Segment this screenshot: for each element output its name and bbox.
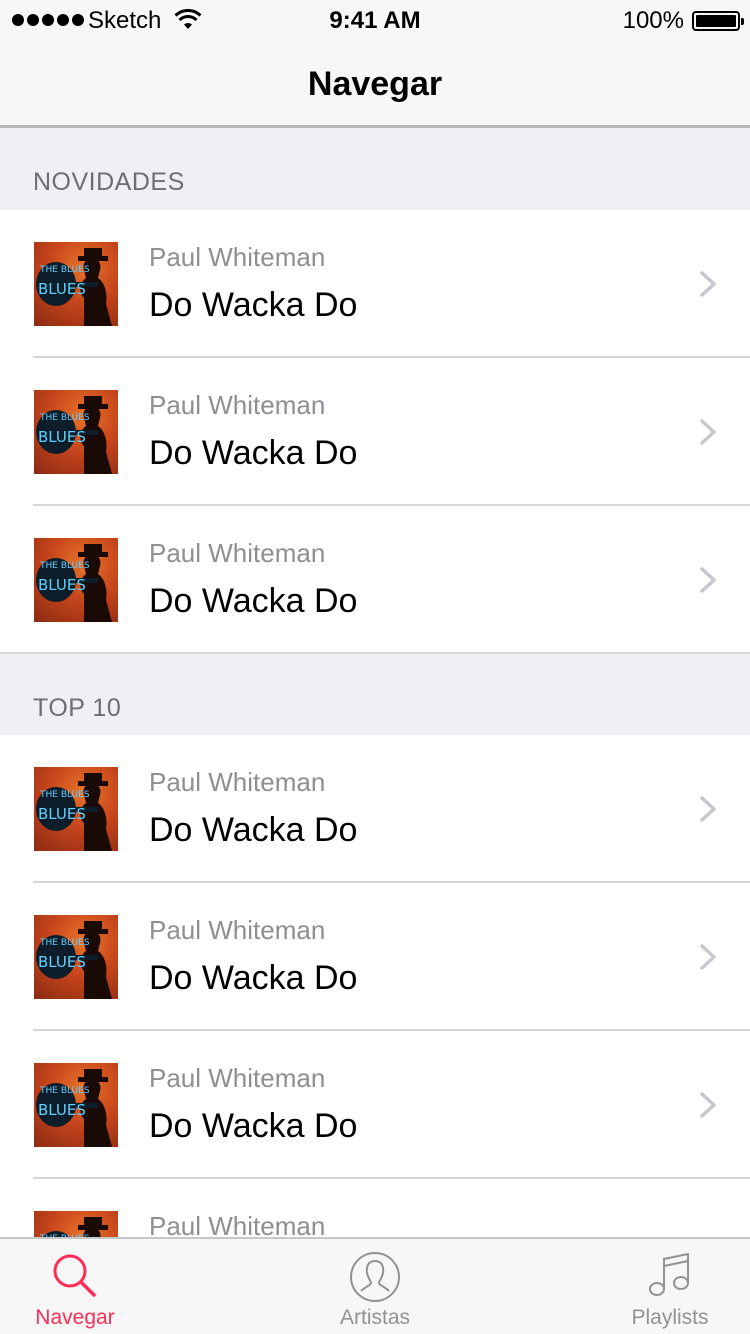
svg-text:BLUES: BLUES bbox=[38, 805, 86, 823]
section-list: THE BLUES BLUES Paul Whiteman Do Wacka Do TH… bbox=[0, 735, 750, 1237]
tab-label: Artistas bbox=[339, 1306, 410, 1329]
tab-artistas[interactable]: Artistas bbox=[295, 1239, 455, 1334]
section-title: NOVIDADES bbox=[33, 168, 185, 196]
song-row[interactable]: THE BLUES BLUES Paul Whiteman Do Wacka Do bbox=[0, 735, 750, 883]
tab-label: Navegar bbox=[35, 1306, 115, 1329]
album-art-text: THE BLUES bbox=[39, 1086, 90, 1096]
album-art: THE BLUES BLUES bbox=[34, 767, 118, 851]
chevron-right-icon bbox=[700, 796, 716, 822]
svg-text:BLUES: BLUES bbox=[38, 1101, 86, 1119]
section-title: TOP 10 bbox=[33, 694, 122, 722]
status-bar: Sketch 9:41 AM 100% bbox=[0, 0, 750, 40]
album-art-text: THE BLUES bbox=[39, 265, 90, 275]
song-row[interactable]: THE BLUES BLUES Paul Whiteman Do Wacka Do bbox=[0, 506, 750, 654]
svg-text:BLUES: BLUES bbox=[38, 280, 86, 298]
song-title: Do Wacka Do bbox=[149, 434, 358, 472]
music-note-icon bbox=[648, 1251, 692, 1304]
navigation-bar: Navegar bbox=[0, 40, 750, 128]
song-title: Do Wacka Do bbox=[149, 959, 358, 997]
chevron-right-icon bbox=[700, 567, 716, 593]
tab-label: Playlists bbox=[631, 1306, 709, 1329]
album-art-text: THE BLUES bbox=[39, 790, 90, 800]
battery-icon bbox=[692, 11, 744, 31]
album-art: THE BLUES BLUES bbox=[34, 1063, 118, 1147]
svg-text:BLUES: BLUES bbox=[38, 576, 86, 594]
section-list: THE BLUES BLUES Paul Whiteman Do Wacka Do TH… bbox=[0, 210, 750, 654]
song-row[interactable]: THE BLUES BLUES Paul Whiteman Do Wacka Do bbox=[0, 210, 750, 358]
song-title: Do Wacka Do bbox=[149, 1107, 358, 1145]
album-art: THE BLUES BLUES bbox=[34, 538, 118, 622]
artist-name: Paul Whiteman bbox=[149, 242, 326, 272]
page-title: Navegar bbox=[307, 65, 443, 103]
chevron-right-icon bbox=[700, 419, 716, 445]
person-circle-icon bbox=[349, 1251, 401, 1308]
song-row[interactable]: THE BLUESBLUESPaul WhitemanDo Wacka Do bbox=[0, 1179, 750, 1237]
album-art: THE BLUESBLUES bbox=[34, 1211, 118, 1237]
artist-name: Paul Whiteman bbox=[149, 538, 326, 568]
search-icon bbox=[50, 1251, 100, 1306]
song-row[interactable]: THE BLUES BLUES Paul Whiteman Do Wacka Do bbox=[0, 1031, 750, 1179]
album-art: THE BLUES BLUES bbox=[34, 915, 118, 999]
artist-name: Paul Whiteman bbox=[149, 390, 326, 420]
artist-name: Paul Whiteman bbox=[149, 767, 326, 797]
battery-percentage: 100% bbox=[622, 7, 684, 34]
chevron-right-icon bbox=[700, 1092, 716, 1118]
song-row[interactable]: THE BLUES BLUES Paul Whiteman Do Wacka Do bbox=[0, 883, 750, 1031]
svg-text:BLUES: BLUES bbox=[38, 953, 86, 971]
album-art: THE BLUES BLUES bbox=[34, 390, 118, 474]
tab-navegar[interactable]: Navegar bbox=[0, 1239, 155, 1334]
song-title: Do Wacka Do bbox=[149, 811, 358, 849]
album-art: THE BLUES BLUES bbox=[34, 242, 118, 326]
chevron-right-icon bbox=[700, 944, 716, 970]
album-art-text: THE BLUES bbox=[39, 938, 90, 948]
svg-text:BLUES: BLUES bbox=[38, 428, 86, 446]
tab-bar: Navegar Artistas Playlists bbox=[0, 1237, 750, 1334]
chevron-right-icon bbox=[700, 271, 716, 297]
song-title: Do Wacka Do bbox=[149, 582, 358, 620]
tab-playlists[interactable]: Playlists bbox=[590, 1239, 750, 1334]
album-art-text: THE BLUES bbox=[39, 561, 90, 571]
album-art-text: THE BLUES bbox=[39, 413, 90, 423]
section-header: NOVIDADES bbox=[0, 131, 750, 210]
song-title: Do Wacka Do bbox=[149, 286, 358, 324]
song-row[interactable]: THE BLUES BLUES Paul Whiteman Do Wacka Do bbox=[0, 358, 750, 506]
artist-name: Paul Whiteman bbox=[149, 1063, 326, 1093]
song-list[interactable]: NOVIDADES THE BLUES BLUES Paul Whiteman Do W… bbox=[0, 131, 750, 1237]
section-header: TOP 10 bbox=[0, 654, 750, 735]
artist-name: Paul Whiteman bbox=[149, 1211, 326, 1237]
artist-name: Paul Whiteman bbox=[149, 915, 326, 945]
